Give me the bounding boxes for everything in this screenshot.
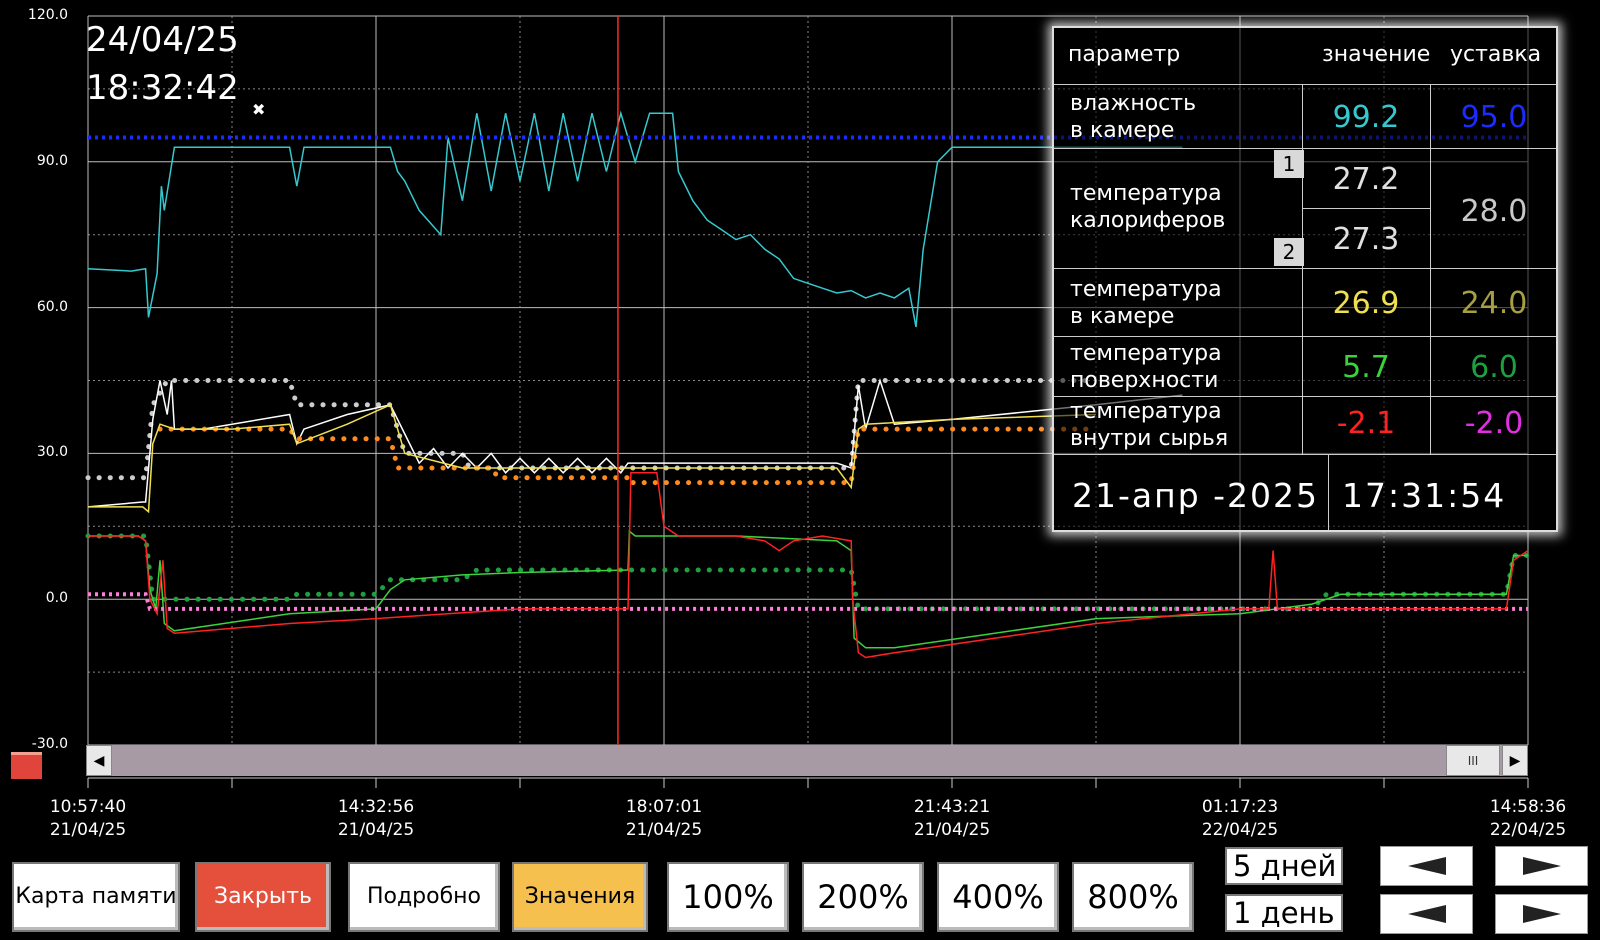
- heater-badge-2: 2: [1274, 238, 1304, 266]
- marker-cross-icon[interactable]: ✖: [252, 100, 265, 119]
- zoom-100-button[interactable]: 100%: [667, 862, 789, 932]
- chamber-temp-label: температура в камере: [1070, 277, 1222, 329]
- panel-footer-time: 17:31:54: [1342, 476, 1507, 515]
- chamber-temp-setpoint: 24.0: [1460, 286, 1528, 321]
- surface-temp-setpoint: 6.0: [1470, 350, 1518, 385]
- x-tick-label: 10:57:40 21/04/25: [49, 797, 127, 840]
- humidity-value: 99.2: [1332, 100, 1400, 135]
- heater-badge-1: 1: [1274, 150, 1304, 178]
- inner-temp-setpoint: -2.0: [1464, 406, 1524, 441]
- x-tick-label: 14:32:56 21/04/25: [337, 797, 415, 840]
- scroll-left-button[interactable]: ◀: [86, 745, 112, 776]
- y-tick-label: -30.0: [31, 736, 68, 752]
- arrow-left-icon: [1407, 905, 1446, 923]
- surface-temp-value: 5.7: [1342, 350, 1390, 385]
- range-5-days-button[interactable]: 5 дней: [1225, 847, 1343, 885]
- zoom-400-button[interactable]: 400%: [937, 862, 1059, 932]
- humidity-setpoint: 95.0: [1460, 100, 1528, 135]
- y-tick-label: 90.0: [36, 152, 68, 169]
- zoom-200-button[interactable]: 200%: [802, 862, 924, 932]
- surface-temp-label: температура поверхности: [1070, 341, 1222, 393]
- y-tick-label: 120.0: [27, 7, 68, 23]
- details-button[interactable]: Подробно: [348, 862, 500, 932]
- y-tick-label: 30.0: [36, 444, 68, 461]
- chamber-temp-value: 26.9: [1332, 286, 1400, 321]
- alarm-indicator: [11, 752, 42, 779]
- panel-footer-date: 21-апр -2025: [1072, 476, 1320, 515]
- series-chamber_setpoint: [157, 426, 1099, 486]
- range-1-day-button[interactable]: 1 день: [1225, 894, 1343, 932]
- values-panel: параметр значение уставка влажность в кам…: [1052, 26, 1558, 532]
- header-parameter: параметр: [1068, 42, 1181, 67]
- header-setpoint: уставка: [1450, 42, 1542, 67]
- time-scrollbar[interactable]: ◀ III ▶: [86, 745, 1528, 776]
- header-value: значение: [1322, 42, 1431, 67]
- heater-value-2: 27.3: [1332, 222, 1400, 257]
- scroll-right-button[interactable]: ▶: [1502, 745, 1528, 776]
- x-tick-label: 18:07:01 21/04/25: [625, 797, 703, 840]
- series-surface_temp: [88, 529, 1528, 649]
- step-forward-1d-button[interactable]: [1495, 894, 1588, 934]
- heater-setpoint: 28.0: [1460, 194, 1528, 229]
- inner-temp-value: -2.1: [1336, 406, 1396, 441]
- zoom-800-button[interactable]: 800%: [1072, 862, 1194, 932]
- arrow-left-icon: [1407, 857, 1446, 875]
- series-chamber_temp: [88, 403, 1097, 514]
- x-tick-label: 14:58:36 22/04/25: [1489, 797, 1567, 840]
- memory-map-button[interactable]: Карта памяти: [12, 862, 180, 932]
- inner-temp-label: температура внутри сырья: [1070, 399, 1229, 451]
- step-forward-5d-button[interactable]: [1495, 846, 1588, 886]
- y-tick-label: 0.0: [45, 590, 68, 607]
- arrow-right-icon: [1522, 857, 1561, 875]
- step-back-1d-button[interactable]: [1380, 894, 1473, 934]
- arrow-right-icon: [1522, 905, 1561, 923]
- x-tick-label: 01:17:23 22/04/25: [1201, 797, 1279, 840]
- series-heater: [87, 377, 1183, 508]
- scroll-thumb[interactable]: III: [1446, 745, 1500, 776]
- current-time: 18:32:42: [86, 68, 239, 108]
- heater-label: температура калориферов: [1070, 181, 1226, 233]
- y-tick-label: 60.0: [36, 298, 68, 315]
- values-button[interactable]: Значения: [512, 862, 648, 932]
- series-humidity: [87, 110, 1183, 328]
- current-date: 24/04/25: [86, 20, 239, 60]
- x-tick-label: 21:43:21 21/04/25: [913, 797, 991, 840]
- step-back-5d-button[interactable]: [1380, 846, 1473, 886]
- heater-value-1: 27.2: [1332, 162, 1400, 197]
- close-button[interactable]: Закрыть: [195, 862, 331, 932]
- humidity-label: влажность в камере: [1070, 91, 1197, 143]
